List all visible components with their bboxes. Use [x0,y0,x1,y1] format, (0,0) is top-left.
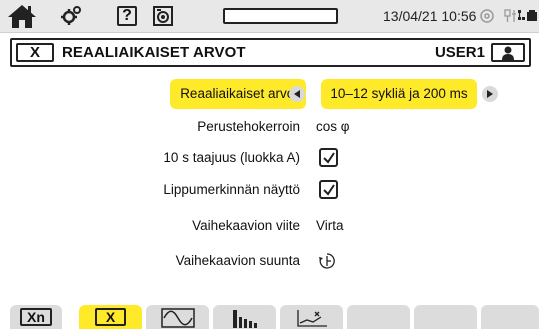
camera-icon[interactable] [151,4,175,28]
setting-label: Perustehokerroin [197,119,300,134]
tab-x[interactable]: X [79,305,142,329]
setting-row-phasor-direction[interactable]: Vaihekaavion suunta [0,246,539,276]
user-icon [502,46,514,60]
status-bar: ? 13/04/21 10:56 [0,0,539,33]
home-icon[interactable] [5,4,39,28]
setting-row-realtime-values[interactable]: Reaaliaikaiset arvot 10–12 sykliä ja 200… [0,79,539,109]
tab-trend[interactable] [280,305,343,329]
rotation-direction-icon[interactable] [318,252,336,270]
setting-label: Lippumerkinnän näyttö [163,182,300,197]
tab-empty-1[interactable] [347,305,410,329]
tab-waveform[interactable] [146,305,209,329]
checkbox[interactable] [319,148,338,167]
progress-bar [223,8,338,24]
close-button[interactable]: X [16,43,54,62]
harmonics-bars-icon [232,310,257,328]
title-bar: X REAALIAIKAISET ARVOT USER1 [10,38,531,67]
trend-chart-icon [296,310,327,327]
waveform-icon [160,308,195,328]
datetime: 13/04/21 10:56 [383,8,477,24]
setting-label: Vaihekaavion viite [192,218,300,233]
tab-harmonics[interactable] [213,305,276,329]
usb-network-icon [504,4,526,28]
checkbox[interactable] [319,180,338,199]
tab-xn[interactable]: Xn [10,305,62,329]
tab-empty-3[interactable] [481,305,539,329]
setting-value[interactable]: Virta [316,211,344,241]
user-button[interactable] [491,43,525,62]
setting-label: 10 s taajuus (luokka A) [163,150,300,165]
previous-value-button[interactable] [289,86,305,102]
value-selector[interactable]: 10–12 sykliä ja 200 ms [321,79,477,109]
setting-row-phasor-reference[interactable]: Vaihekaavion viite Virta [0,211,539,241]
arrow-left-icon [294,90,300,98]
setting-row-flagging-display[interactable]: Lippumerkinnän näyttö [0,175,539,205]
gears-icon[interactable] [60,4,82,28]
user-label: USER1 [434,44,485,61]
disc-icon [478,4,496,28]
help-icon[interactable]: ? [117,6,137,26]
setting-label: Vaihekaavion suunta [175,253,300,268]
setting-row-10s-frequency[interactable]: 10 s taajuus (luokka A) [0,143,539,173]
setting-label: Reaaliaikaiset arvot [170,79,306,109]
checkmark-icon [322,151,335,164]
checkmark-icon [322,183,335,196]
arrow-right-icon [487,90,493,98]
setting-value[interactable]: cos φ [316,112,350,142]
next-value-button[interactable] [482,86,498,102]
setting-row-fundamental-power-factor[interactable]: Perustehokerroin cos φ [0,112,539,142]
page-title: REAALIAIKAISET ARVOT [62,44,246,61]
tab-empty-2[interactable] [414,305,477,329]
tab-label: Xn [20,308,52,326]
battery-icon [525,4,539,28]
tab-label: X [94,308,127,326]
